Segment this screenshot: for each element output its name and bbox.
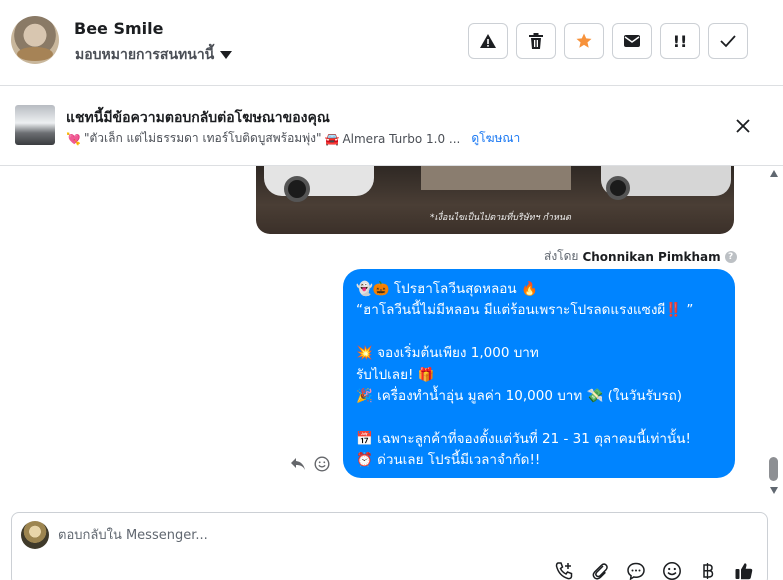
inbox-conversation: Bee Smile มอบหมายการสนทนานี้ !! แชทนี้มี… — [0, 0, 783, 580]
reply-composer — [11, 512, 768, 580]
composer-tools — [552, 559, 756, 580]
ad-reply-banner: แชทนี้มีข้อความตอบกลับต่อโฆษณาของคุณ 💘 "… — [0, 86, 783, 166]
info-icon[interactable]: ? — [724, 250, 737, 263]
delete-button[interactable] — [516, 23, 556, 59]
message-line: “ฮาโลวีนนี้ไม่มีหลอน มีแต่ร้อนเพราะโปรลด… — [356, 302, 694, 319]
conversation-header: Bee Smile มอบหมายการสนทนานี้ !! — [0, 0, 783, 86]
ad-details: 💘 "ตัวเล็ก แต่ไม่ธรรมดา เทอร์โบติดบูสพร้… — [66, 129, 520, 148]
caret-down-icon — [220, 51, 233, 59]
message-thread[interactable]: *เงื่อนไขเป็นไปตามที่บริษัทฯ กำหนด ส่งโด… — [0, 166, 766, 506]
message-actions — [290, 456, 330, 472]
call-add-icon[interactable] — [552, 559, 576, 580]
contact-name[interactable]: Bee Smile — [74, 19, 163, 38]
assign-conversation-dropdown[interactable]: มอบหมายการสนทนานี้ — [75, 44, 233, 66]
page-avatar — [21, 521, 49, 549]
mark-unread-button[interactable] — [612, 23, 652, 59]
follow-up-icon: !! — [672, 31, 688, 51]
thumbs-up-icon[interactable] — [732, 559, 756, 580]
react-smiley-icon[interactable] — [314, 456, 330, 472]
reply-input[interactable] — [58, 523, 558, 547]
payment-baht-icon[interactable] — [696, 559, 720, 580]
ad-text: "ตัวเล็ก แต่ไม่ธรรมดา เทอร์โบติดบูสพร้อม… — [83, 131, 322, 145]
star-button[interactable] — [564, 23, 604, 59]
message-line: 👻🎃 โปรฮาโลวีนสุดหลอน 🔥 — [356, 281, 538, 297]
car-left-wheel — [284, 176, 310, 202]
check-icon — [720, 35, 736, 48]
heart-icon: 💘 — [66, 131, 81, 146]
header-actions: !! — [468, 23, 748, 59]
contact-avatar[interactable] — [11, 16, 59, 64]
message-line: รับไปเลย! 🎁 — [356, 366, 435, 383]
message-line: 🎉 เครื่องทำน้ำอุ่น มูลค่า 10,000 บาท 💸 (… — [356, 387, 683, 404]
car-center-shape — [421, 166, 571, 190]
follow-up-button[interactable]: !! — [660, 23, 700, 59]
close-icon[interactable] — [734, 117, 752, 135]
mail-icon — [624, 35, 640, 47]
scroll-up-arrow-icon[interactable] — [770, 170, 778, 177]
star-icon — [576, 33, 592, 48]
ad-image-message[interactable]: *เงื่อนไขเป็นไปตามที่บริษัทฯ กำหนด — [256, 166, 734, 234]
reply-icon[interactable] — [290, 457, 306, 471]
message-line — [356, 322, 725, 343]
warning-icon — [480, 34, 496, 48]
sender-name: Chonnikan Pimkham — [582, 249, 721, 264]
view-ad-link[interactable]: ดูโฆษณา — [471, 129, 520, 148]
mark-done-button[interactable] — [708, 23, 748, 59]
assign-label: มอบหมายการสนทนานี้ — [75, 47, 215, 63]
mark-spam-button[interactable] — [468, 23, 508, 59]
car-left-shape — [264, 166, 374, 196]
message-line: 📅 เฉพาะลูกค้าที่จองตั้งแต่วันที่ 21 - 31… — [356, 430, 691, 447]
message-line — [356, 407, 725, 428]
ad-thumbnail[interactable] — [15, 105, 55, 145]
scroll-down-arrow-icon[interactable] — [770, 487, 778, 494]
trash-icon — [529, 33, 543, 49]
message-line: 💥 จองเริ่มต้นเพียง 1,000 บาท — [356, 345, 539, 362]
car-right-wheel — [606, 176, 630, 200]
attachment-icon[interactable] — [588, 559, 612, 580]
thread-scrollbar[interactable] — [766, 166, 783, 506]
emoji-icon[interactable] — [660, 559, 684, 580]
sent-by-label: ส่งโดย Chonnikan Pimkham ? — [544, 247, 737, 266]
ad-car-text: Almera Turbo 1.0 ... — [342, 131, 461, 146]
outgoing-message-bubble[interactable]: 👻🎃 โปรฮาโลวีนสุดหลอน 🔥 “ฮาโลวีนนี้ไม่มีห… — [343, 269, 735, 478]
sent-by-prefix: ส่งโดย — [544, 249, 579, 263]
scroll-thumb[interactable] — [769, 457, 778, 481]
message-line: ⏰ ด่วนเลย โปรนี้มีเวลาจำกัด!! — [356, 452, 541, 469]
saved-reply-icon[interactable] — [624, 559, 648, 580]
image-disclaimer: *เงื่อนไขเป็นไปตามที่บริษัทฯ กำหนด — [430, 213, 571, 223]
car-icon: 🚘 — [324, 131, 340, 146]
ad-banner-title: แชทนี้มีข้อความตอบกลับต่อโฆษณาของคุณ — [66, 110, 330, 126]
